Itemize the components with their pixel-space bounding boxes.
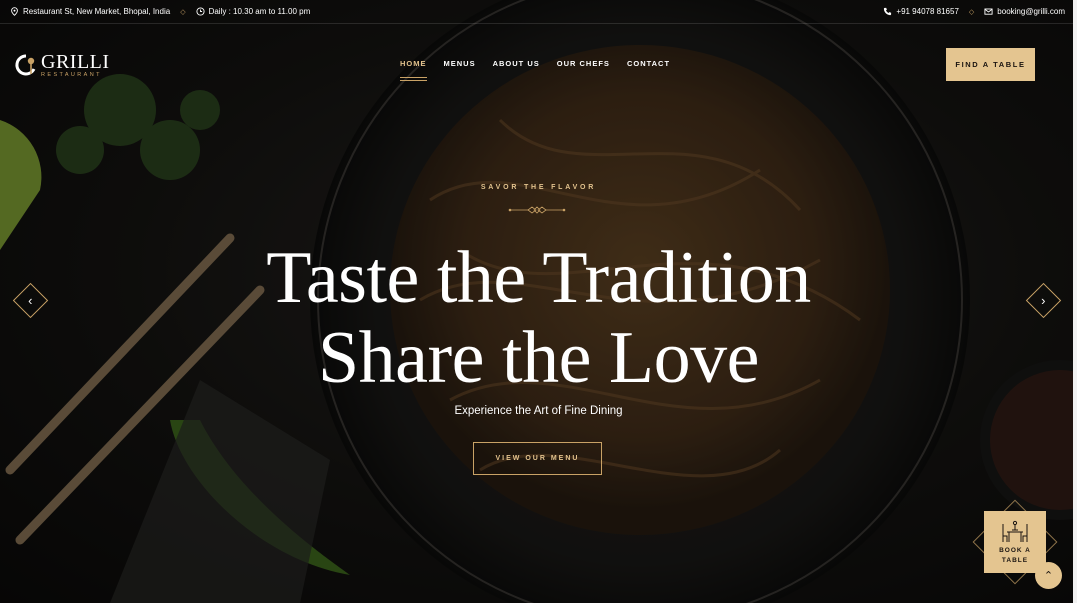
hours-item: Daily : 10.30 am to 11.00 pm [196, 7, 311, 16]
book-table-button[interactable]: BOOK A TABLE [984, 511, 1046, 573]
nav-home[interactable]: HOME [400, 59, 427, 78]
logo-subtitle: RESTAURANT [41, 72, 102, 78]
nav-about-us[interactable]: ABOUT US [493, 59, 540, 74]
logo-brand: GRILLI [41, 51, 110, 73]
email-item[interactable]: booking@grilli.com [984, 7, 1065, 16]
nav-our-chefs[interactable]: OUR CHEFS [557, 59, 610, 74]
top-info-bar: Restaurant St, New Market, Bhopal, India… [0, 0, 1077, 24]
email-text[interactable]: booking@grilli.com [997, 7, 1065, 16]
find-a-table-button[interactable]: FIND A TABLE [946, 48, 1035, 81]
chevron-up-icon: ⌃ [1043, 570, 1054, 582]
main-nav: HOME MENUS ABOUT US OUR CHEFS CONTACT [400, 59, 670, 78]
book-label-line2: TABLE [1001, 557, 1029, 564]
hero-title: Taste the Tradition Share the Love [0, 238, 1077, 398]
diamond-separator-icon: ◇ [968, 8, 975, 16]
address-item: Restaurant St, New Market, Bhopal, India [10, 7, 170, 16]
site-header: GRILLI RESTAURANT HOME MENUS ABOUT US OU… [0, 25, 1077, 105]
book-label-line1: BOOK A [999, 547, 1031, 554]
back-to-top-button[interactable]: ⌃ [1035, 562, 1062, 589]
chevron-left-icon: ‹ [28, 293, 33, 308]
mail-icon [984, 8, 993, 15]
hero-eyebrow: SAVOR THE FLAVOR [480, 184, 597, 191]
nav-contact[interactable]: CONTACT [627, 59, 670, 74]
hero-title-line2: Share the Love [318, 317, 759, 399]
dining-table-icon [1002, 520, 1028, 542]
logo[interactable]: GRILLI RESTAURANT [14, 52, 110, 79]
chevron-right-icon: › [1041, 293, 1046, 308]
address-text: Restaurant St, New Market, Bhopal, India [23, 7, 171, 16]
location-pin-icon [11, 7, 18, 16]
phone-text[interactable]: +91 94078 81657 [896, 7, 959, 16]
hero-title-line1: Taste the Tradition [266, 237, 811, 319]
nav-menus[interactable]: MENUS [444, 59, 476, 74]
hours-text: Daily : 10.30 am to 11.00 pm [208, 7, 311, 16]
ornament-divider-icon [508, 206, 566, 214]
phone-icon [884, 7, 892, 16]
view-our-menu-button[interactable]: VIEW OUR MENU [473, 442, 602, 475]
phone-item[interactable]: +91 94078 81657 [883, 7, 959, 16]
diamond-separator-icon: ◇ [180, 8, 186, 16]
page-scrollbar[interactable] [1073, 0, 1077, 603]
hero-subtitle: Experience the Art of Fine Dining [454, 405, 623, 417]
clock-icon [196, 7, 205, 16]
logo-mark-icon [15, 54, 36, 76]
